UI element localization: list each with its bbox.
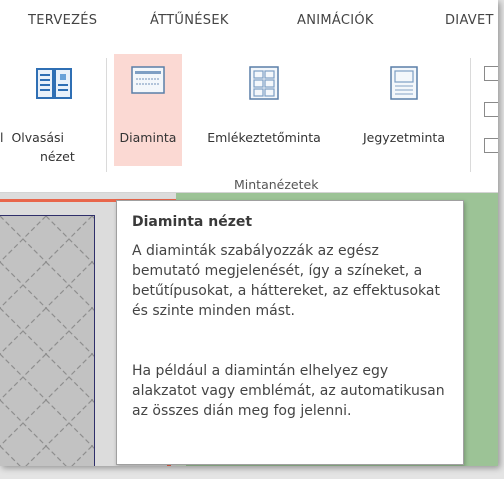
slide-master-button[interactable]: Diaminta bbox=[114, 54, 182, 166]
tooltip-paragraph: Ha például a diamintán elhelyez egy alak… bbox=[132, 363, 445, 419]
show-checkbox[interactable] bbox=[484, 138, 498, 153]
notes-master-label: Jegyzetminta bbox=[363, 130, 445, 145]
placeholder-pattern bbox=[0, 216, 94, 466]
group-separator bbox=[470, 58, 471, 172]
tooltip-title: Diaminta nézet bbox=[132, 214, 253, 230]
tab-design[interactable]: TERVEZÉS bbox=[28, 13, 97, 28]
reading-view-label-line1: Olvasási bbox=[11, 130, 64, 145]
reading-view-button[interactable]: l Olvasási nézet bbox=[0, 54, 90, 166]
ribbon-view-tab: l Olvasási nézet Diaminta Emlékeztetőmin… bbox=[0, 44, 498, 193]
reading-view-icon bbox=[36, 66, 72, 103]
reading-view-cut-label: l bbox=[0, 130, 4, 145]
tab-animations[interactable]: ANIMÁCIÓK bbox=[297, 13, 374, 28]
slide-thumbnail[interactable] bbox=[0, 215, 95, 466]
slide-master-label: Diaminta bbox=[119, 130, 177, 145]
notes-master-button[interactable]: Jegyzetminta bbox=[346, 54, 462, 166]
notes-master-icon bbox=[390, 66, 418, 103]
tab-transitions[interactable]: ÁTTŰNÉSEK bbox=[150, 13, 229, 28]
slide-master-tooltip: Diaminta nézet A diaminták szabályozzák … bbox=[116, 200, 464, 465]
powerpoint-window: TERVEZÉS ÁTTŰNÉSEK ANIMÁCIÓK DIAVET l Ol… bbox=[0, 0, 498, 466]
reading-view-label-line2: nézet bbox=[40, 149, 75, 164]
slide-master-icon bbox=[131, 66, 165, 97]
show-checkbox[interactable] bbox=[484, 66, 498, 81]
group-separator bbox=[106, 58, 107, 172]
handout-master-icon bbox=[249, 66, 279, 103]
tab-slideshow[interactable]: DIAVET bbox=[445, 13, 494, 28]
ribbon-tab-bar: TERVEZÉS ÁTTŰNÉSEK ANIMÁCIÓK DIAVET bbox=[0, 0, 498, 44]
handout-master-label: Emlékeztetőminta bbox=[207, 130, 321, 145]
show-checkbox[interactable] bbox=[484, 102, 498, 117]
handout-master-button[interactable]: Emlékeztetőminta bbox=[183, 54, 345, 166]
tooltip-paragraph: A diaminták szabályozzák az egész bemuta… bbox=[132, 243, 440, 319]
group-label-master-views: Mintanézetek bbox=[234, 177, 319, 192]
